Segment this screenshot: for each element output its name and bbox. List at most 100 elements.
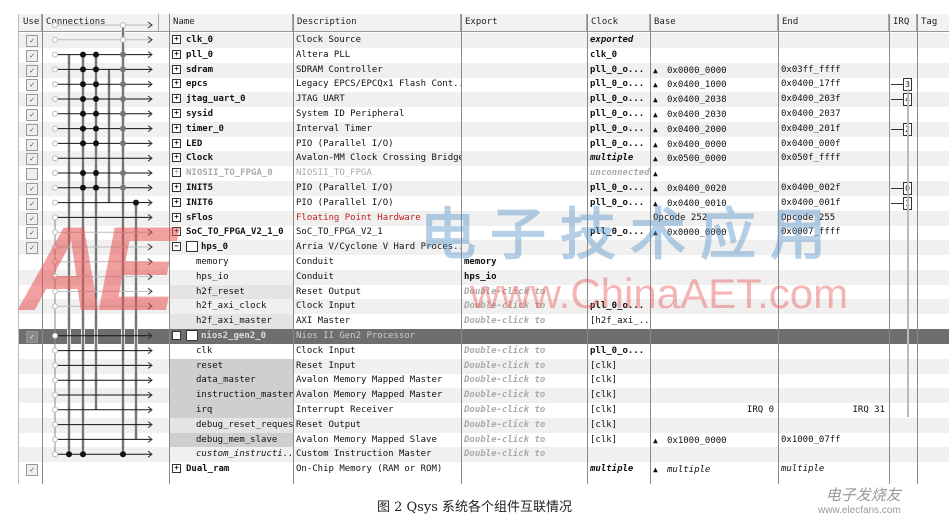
base-address-cell[interactable]: ▲ 0x0400_0020 [650, 181, 778, 196]
table-row[interactable]: h2f_reset Reset Output Double-click to [19, 284, 949, 300]
base-address-cell[interactable] [650, 388, 778, 403]
use-checkbox[interactable]: ✓ [26, 242, 38, 255]
name-cell[interactable]: data_master [169, 373, 293, 389]
clock-cell[interactable]: pll_0_o... [587, 196, 650, 211]
use-checkbox[interactable]: ✓ [26, 197, 38, 210]
table-row[interactable]: + NIOSII_TO_FPGA_0 NIOSII_TO_FPGA unconnect… [19, 166, 949, 181]
table-row[interactable]: ✓ − hps_0 Arria V/Cyclone V Hard Proces... [19, 240, 949, 256]
table-row[interactable]: ✓ + INIT6 PIO (Parallel I/O) pll_0_o... ▲ 0x04… [19, 196, 949, 211]
table-row[interactable]: data_master Avalon Memory Mapped Master Do… [19, 373, 949, 389]
clock-cell[interactable]: pll_0_o... [587, 63, 650, 78]
clock-cell[interactable]: [h2f_axi_... [587, 314, 650, 329]
clock-cell[interactable]: [clk] [587, 388, 650, 403]
export-cell[interactable] [461, 48, 587, 63]
name-cell[interactable]: + epcs [169, 77, 293, 92]
export-cell[interactable]: Double-click to [461, 418, 587, 433]
name-cell[interactable]: − hps_0 [169, 240, 293, 255]
name-cell[interactable]: + Dual_ram [169, 462, 293, 477]
name-cell[interactable]: + NIOSII_TO_FPGA_0 [169, 166, 293, 181]
lock-icon[interactable]: ▲ [653, 462, 659, 477]
use-checkbox[interactable]: ✓ [26, 49, 38, 62]
export-cell[interactable]: Double-click to [461, 403, 587, 418]
base-address-cell[interactable] [650, 418, 778, 433]
col-end[interactable]: End [778, 14, 889, 31]
base-address-cell[interactable]: ▲ 0x0400_2030 [650, 107, 778, 122]
name-cell[interactable]: memory [169, 255, 293, 270]
table-row[interactable]: ✓ + sdram SDRAM Controller pll_0_o... ▲ 0x0000… [19, 62, 949, 78]
expand-icon[interactable]: + [172, 49, 181, 59]
base-address-cell[interactable] [650, 48, 778, 63]
connections-graph[interactable] [38, 18, 153, 488]
expand-icon[interactable]: + [172, 464, 181, 474]
table-row[interactable]: ✓ + timer_0 Interval Timer pll_0_o... ▲ 0x0400… [19, 121, 949, 137]
table-row[interactable]: ✓ + pll_0 Altera PLL clk_0 [19, 48, 949, 63]
name-cell[interactable]: h2f_axi_master [169, 314, 293, 330]
col-name[interactable]: Name [169, 14, 293, 31]
clock-cell[interactable]: pll_0_o... [587, 344, 650, 359]
name-cell[interactable]: + sdram [169, 63, 293, 78]
export-cell[interactable]: Double-click to [461, 314, 587, 329]
table-row[interactable]: debug_reset_request Reset Output Double-cl… [19, 417, 949, 433]
base-address-cell[interactable]: ▲ 0x1000_0000 [650, 433, 778, 448]
table-row[interactable]: ✓ + epcs Legacy EPCS/EPCQx1 Flash Cont... pl… [19, 77, 949, 92]
lock-icon[interactable]: ▲ [653, 151, 659, 166]
base-address-cell[interactable] [650, 240, 778, 255]
lock-icon[interactable]: ▲ [653, 137, 659, 152]
clock-cell[interactable] [587, 240, 650, 255]
table-row[interactable]: instruction_master Avalon Memory Mapped M… [19, 388, 949, 404]
clock-cell[interactable]: [clk] [587, 373, 650, 388]
base-address-cell[interactable] [650, 329, 778, 344]
export-cell[interactable] [461, 211, 587, 226]
lock-icon[interactable]: ▲ [653, 92, 659, 107]
name-cell[interactable]: + pll_0 [169, 48, 293, 63]
expand-icon[interactable]: + [172, 227, 181, 237]
export-cell[interactable]: hps_io [461, 270, 587, 285]
table-row[interactable]: ✓ + SoC_TO_FPGA_V2_1_0 SoC_TO_FPGA_V2_1 pll_… [19, 225, 949, 240]
clock-cell[interactable] [587, 447, 650, 462]
export-cell[interactable]: Double-click to [461, 388, 587, 403]
name-cell[interactable]: + Clock [169, 151, 293, 166]
base-address-cell[interactable]: Opcode 252 [650, 211, 778, 226]
lock-icon[interactable]: ▲ [653, 433, 659, 448]
name-cell[interactable]: + jtag_uart_0 [169, 92, 293, 107]
base-address-cell[interactable] [650, 344, 778, 359]
export-cell[interactable] [461, 225, 587, 240]
name-cell[interactable]: debug_mem_slave [169, 432, 293, 448]
name-cell[interactable]: h2f_reset [169, 284, 293, 300]
table-row[interactable]: debug_mem_slave Avalon Memory Mapped Slav… [19, 432, 949, 448]
table-row[interactable]: ✓ + LED PIO (Parallel I/O) pll_0_o... ▲ 0x0400… [19, 137, 949, 152]
use-checkbox[interactable] [26, 168, 38, 181]
table-row[interactable]: custom_instructi... Custom Instruction Ma… [19, 447, 949, 463]
table-row[interactable]: ✓ + clk_0 Clock Source exported [19, 33, 949, 48]
clock-cell[interactable]: pll_0_o... [587, 107, 650, 122]
lock-icon[interactable]: ▲ [653, 225, 659, 240]
export-cell[interactable] [461, 122, 587, 137]
expand-icon[interactable]: + [172, 197, 181, 207]
export-cell[interactable]: Double-click to [461, 373, 587, 388]
expand-icon[interactable]: + [172, 35, 181, 44]
base-address-cell[interactable]: ▲ 0x0500_0000 [650, 151, 778, 166]
base-address-cell[interactable]: IRQ 0 [650, 403, 778, 418]
name-cell[interactable]: instruction_master [169, 388, 293, 404]
name-cell[interactable]: debug_reset_request [169, 417, 293, 433]
lock-icon[interactable]: ▲ [653, 122, 659, 137]
name-cell[interactable]: + sysid [169, 107, 293, 122]
base-address-cell[interactable]: ▲ 0x0000_0000 [650, 63, 778, 78]
lock-icon[interactable]: ▲ [653, 196, 659, 211]
export-cell[interactable]: Double-click to [461, 285, 587, 300]
expand-icon[interactable]: + [172, 183, 181, 192]
name-cell[interactable]: irq [169, 403, 293, 418]
table-row[interactable]: irq Interrupt Receiver Double-click to [clk… [19, 403, 949, 418]
expand-icon[interactable]: + [172, 109, 181, 118]
use-checkbox[interactable]: ✓ [26, 79, 38, 92]
collapse-icon[interactable]: − [172, 242, 181, 252]
export-cell[interactable] [461, 137, 587, 152]
use-checkbox[interactable]: ✓ [26, 331, 38, 343]
export-cell[interactable]: Double-click to [461, 447, 587, 462]
col-description[interactable]: Description [293, 14, 461, 31]
use-checkbox[interactable]: ✓ [26, 35, 38, 47]
clock-cell[interactable]: exported [587, 33, 650, 48]
table-row[interactable]: ✓ + Dual_ram On-Chip Memory (RAM or ROM) mul… [19, 462, 949, 477]
name-cell[interactable]: reset [169, 358, 293, 374]
name-cell[interactable]: + clk_0 [169, 33, 293, 48]
